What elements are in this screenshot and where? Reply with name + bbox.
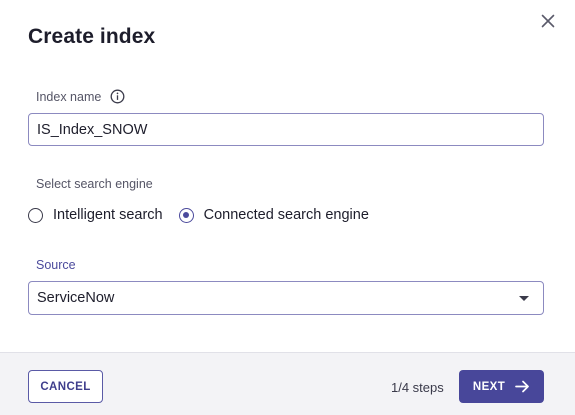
index-name-label: Index name xyxy=(36,89,125,104)
next-button-label: NEXT xyxy=(472,380,506,393)
dialog-title: Create index xyxy=(28,25,156,48)
search-engine-radio-group: Intelligent search Connected search engi… xyxy=(28,207,369,223)
radio-connected-search-engine[interactable]: Connected search engine xyxy=(178,207,369,223)
radio-intelligent-search[interactable]: Intelligent search xyxy=(28,207,163,223)
chevron-down-icon xyxy=(519,295,529,301)
close-button[interactable] xyxy=(538,11,558,31)
close-icon xyxy=(541,14,555,28)
next-button[interactable]: NEXT xyxy=(459,370,544,403)
cancel-button[interactable]: CANCEL xyxy=(28,370,103,403)
source-select[interactable]: ServiceNow xyxy=(28,281,544,315)
source-label: Source xyxy=(36,258,76,272)
step-indicator: 1/4 steps xyxy=(391,380,444,395)
radio-intelligent-search-label: Intelligent search xyxy=(53,207,163,223)
info-icon[interactable] xyxy=(110,89,125,104)
dialog-footer: CANCEL 1/4 steps NEXT xyxy=(0,352,575,415)
arrow-right-icon xyxy=(515,380,530,393)
index-name-input[interactable] xyxy=(28,113,544,146)
radio-unchecked-icon xyxy=(28,207,43,223)
radio-connected-search-engine-label: Connected search engine xyxy=(203,207,369,223)
index-name-label-text: Index name xyxy=(36,89,102,104)
create-index-dialog: Create index Index name Select search en… xyxy=(0,0,575,415)
source-select-value: ServiceNow xyxy=(37,290,115,306)
search-engine-label: Select search engine xyxy=(36,177,153,191)
radio-checked-icon xyxy=(178,207,194,223)
